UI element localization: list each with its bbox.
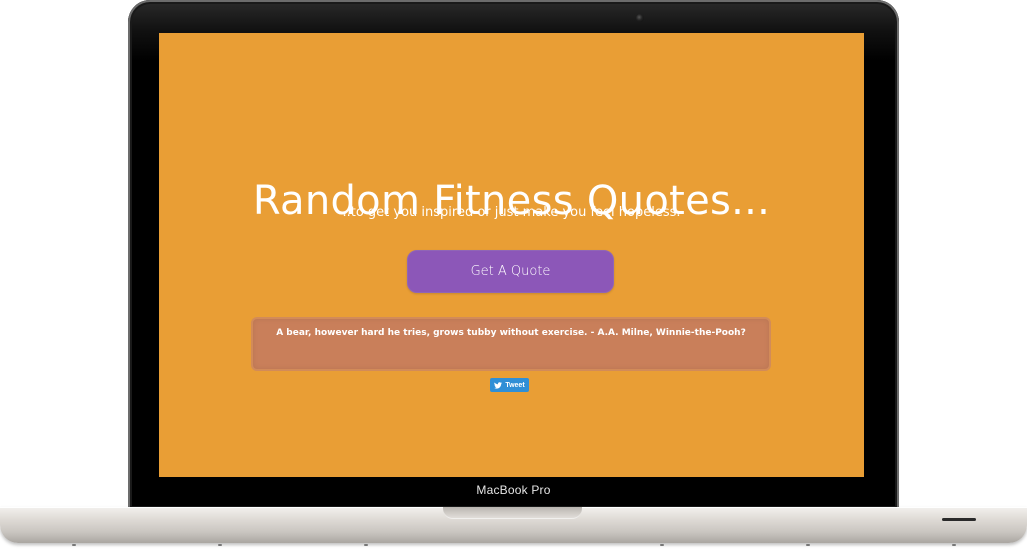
tweet-label: Tweet — [505, 381, 525, 389]
lid-opening-notch — [443, 507, 582, 519]
twitter-bird-icon — [494, 381, 503, 389]
sleep-indicator-light — [942, 518, 976, 521]
tweet-button[interactable]: Tweet — [490, 378, 529, 392]
page-subtitle: ..to get you inspired or just make you f… — [342, 205, 681, 220]
quote-box: A bear, however hard he tries, grows tub… — [251, 317, 771, 371]
quote-text: A bear, however hard he tries, grows tub… — [276, 328, 746, 338]
laptop-foot — [364, 544, 368, 546]
laptop-foot — [218, 544, 222, 546]
laptop-foot — [952, 544, 956, 546]
get-quote-button[interactable]: Get A Quote — [407, 250, 614, 293]
camera-icon — [636, 14, 644, 22]
brand-label: MacBook Pro — [476, 483, 551, 497]
laptop-foot — [806, 544, 810, 546]
laptop-foot — [660, 544, 664, 546]
browser-screen: Random Fitness Quotes... ..to get you in… — [159, 33, 864, 477]
laptop-foot — [72, 544, 76, 546]
laptop-mockup: Random Fitness Quotes... ..to get you in… — [0, 0, 1027, 550]
